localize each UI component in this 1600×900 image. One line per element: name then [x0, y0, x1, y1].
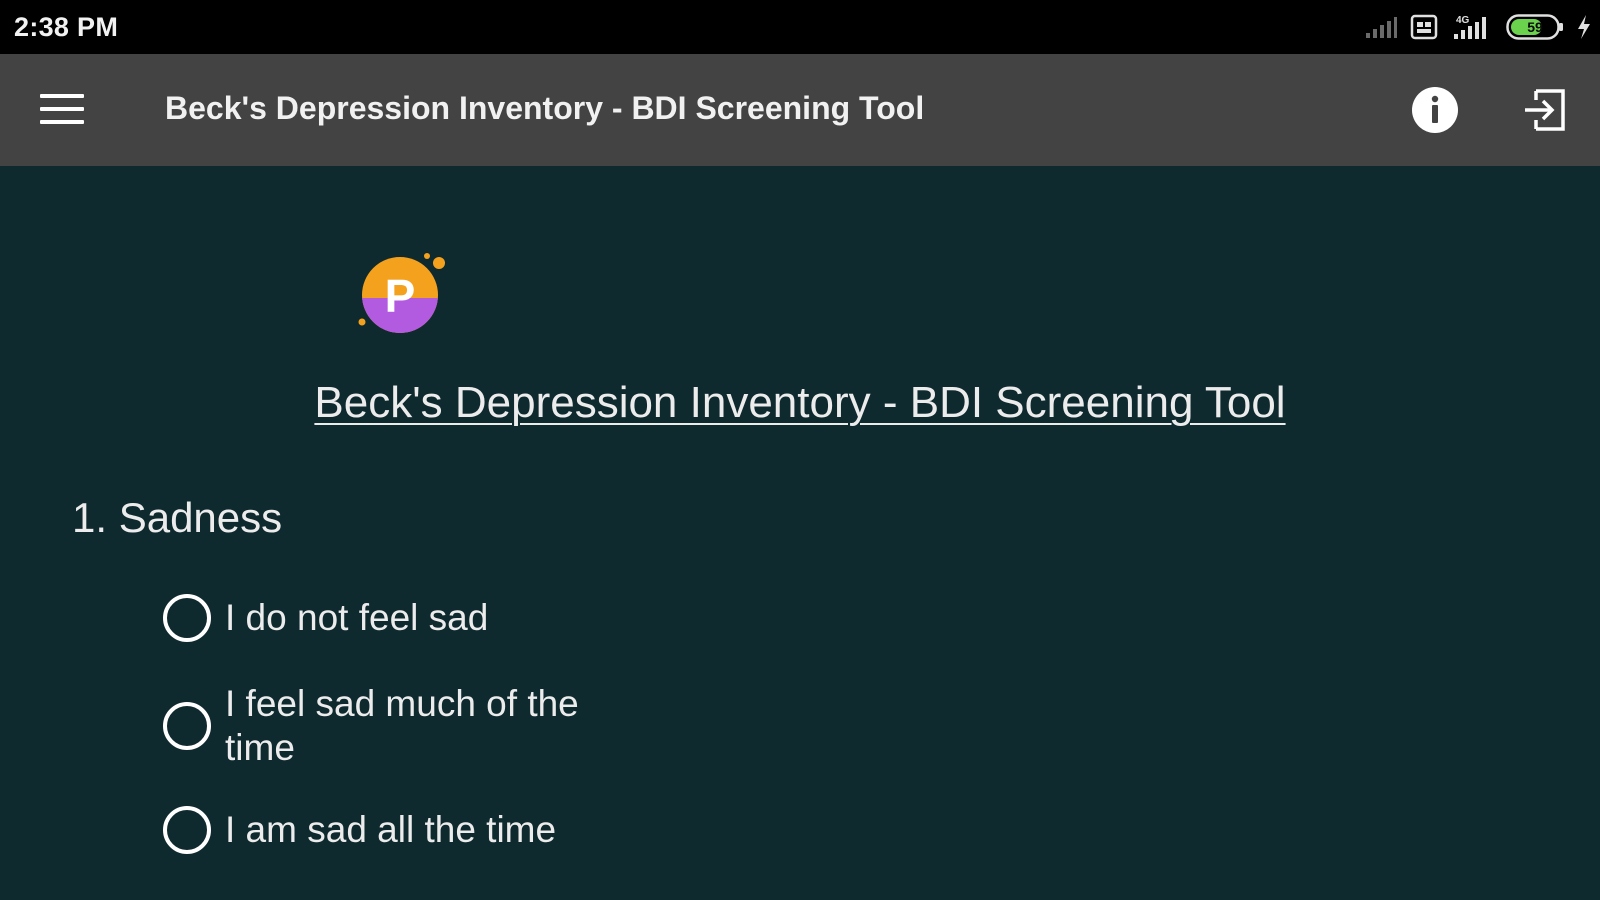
info-button[interactable]	[1405, 84, 1465, 136]
hamburger-menu-button[interactable]	[34, 84, 90, 134]
network-4g-signal-icon: 4G	[1454, 15, 1486, 39]
answer-option-label: I do not feel sad	[225, 597, 489, 638]
radio-button[interactable]	[163, 806, 211, 854]
battery-icon: 59	[1506, 14, 1564, 40]
status-icons: 4G 59	[1364, 10, 1592, 44]
answer-option-label: I am sad all the time	[225, 809, 557, 850]
answer-option[interactable]: I feel sad much of the time	[163, 682, 605, 770]
logo-letter: P	[385, 270, 416, 322]
exit-icon	[1525, 89, 1565, 131]
toolbar-title: Beck's Depression Inventory - BDI Screen…	[165, 90, 925, 126]
app-logo: P	[358, 250, 458, 350]
question-title: 1. Sadness	[72, 494, 283, 541]
info-icon	[1412, 87, 1458, 133]
answer-option[interactable]: I am sad all the time	[163, 806, 605, 854]
battery-level: 59	[1527, 19, 1543, 35]
page-heading-link[interactable]: Beck's Depression Inventory - BDI Screen…	[314, 378, 1285, 427]
status-bar: 2:38 PM 4G 59	[0, 0, 1600, 54]
answer-option-label: I feel sad much of the time	[225, 683, 579, 768]
signal-weak-icon	[1366, 17, 1397, 38]
charging-bolt-icon	[1578, 15, 1590, 39]
app-toolbar: Beck's Depression Inventory - BDI Screen…	[0, 54, 1600, 166]
sim-icon	[1410, 14, 1438, 40]
exit-button[interactable]	[1515, 83, 1575, 137]
radio-button[interactable]	[163, 594, 211, 642]
answer-option[interactable]: I do not feel sad	[163, 594, 605, 642]
status-time: 2:38 PM	[14, 12, 119, 42]
radio-button[interactable]	[163, 702, 211, 750]
svg-text:4G: 4G	[1456, 15, 1470, 26]
page-heading[interactable]: Beck's Depression Inventory - BDI Screen…	[0, 378, 1600, 428]
hamburger-menu-icon	[40, 94, 84, 124]
